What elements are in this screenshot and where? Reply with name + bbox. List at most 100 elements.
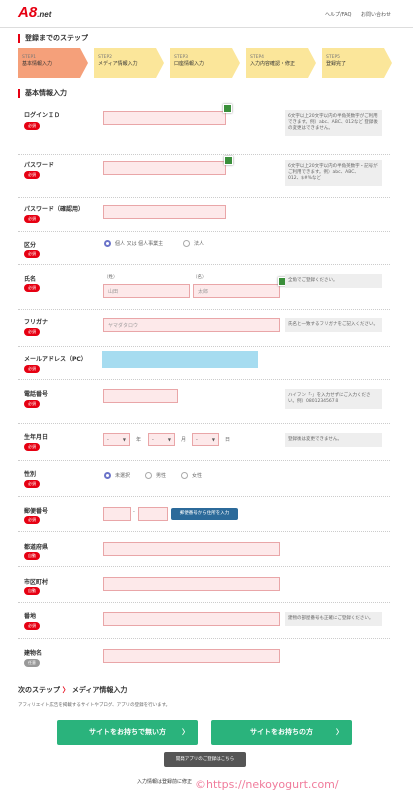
row-kubun: 区分 必須 個人 又は 個人事業主 法人 (18, 232, 390, 265)
radio-dot (181, 472, 188, 479)
row-name: 氏名 必須 （姓） （名） 山田 太郎 全角でご登録ください。 (18, 265, 390, 310)
radio-dot (183, 240, 190, 247)
help-link[interactable]: ヘルプ/FAQ (325, 12, 351, 18)
next-step-name: メディア情報入力 (71, 686, 128, 694)
email-input[interactable] (102, 351, 258, 368)
birth-day-select[interactable]: - ▼ (192, 433, 219, 446)
required-badge: 必須 (24, 516, 40, 524)
first-name-input[interactable]: 太郎 (193, 284, 280, 298)
password-manager-icon[interactable] (223, 104, 232, 113)
row-prefecture: 都道府県 自動 (18, 532, 390, 567)
next-step-desc: アフィリエイト広告を掲載するサイトやブログ、アプリの登録を行います。 (18, 703, 171, 708)
birth-note: 登録後は変更できません。 (285, 433, 382, 447)
month-unit: 月 (181, 437, 187, 443)
step-label: 登録完了 (326, 61, 347, 67)
auto-badge: 自動 (24, 552, 40, 560)
city-label: 市区町村 (24, 579, 49, 586)
last-name-input[interactable]: 山田 (103, 284, 190, 298)
select-value: - (152, 437, 154, 443)
building-input[interactable] (103, 649, 280, 663)
step-3: STEP3 口座情報入力 (170, 48, 240, 78)
a8-logo[interactable]: A8.net (18, 4, 51, 21)
radio-male[interactable]: 男性 (145, 472, 166, 479)
optional-badge: 任意 (24, 659, 40, 667)
step-2: STEP2 メディア情報入力 (94, 48, 164, 78)
row-email: メールアドレス（PC） 必須 (18, 347, 390, 380)
row-birthdate: 生年月日 必須 - ▼ 年 - ▼ 月 - ▼ 日 登録後は変更できません。 (18, 424, 390, 461)
birth-label: 生年月日 (24, 434, 49, 441)
footer-note: 入力情報は登録前に修正 (137, 779, 193, 785)
phone-input[interactable] (103, 389, 178, 403)
row-login-id: ログインＩＤ 必須 6文字以上20文字以内の半角英数字がご利用できます。例）ab… (18, 101, 390, 155)
radio-label: 男性 (156, 473, 167, 479)
password-confirm-label: パスワード（確認用） (24, 206, 85, 213)
contact-link[interactable]: お問い合わせ (361, 12, 391, 18)
step-label: メディア情報入力 (98, 61, 138, 67)
steps-title: 登録までのステップ (18, 34, 88, 43)
required-badge: 必須 (24, 215, 40, 223)
zip-lookup-button[interactable]: 郵便番号から住所を入力 (171, 508, 238, 520)
gender-label: 性別 (24, 471, 37, 478)
address-label: 番地 (24, 613, 37, 620)
dropdown-arrow-icon: ▼ (211, 437, 215, 442)
required-badge: 必須 (24, 365, 40, 373)
phone-note: ハイフン「-」を入力せずにご入力ください。例）0801234567８ (285, 389, 382, 409)
mei-caption: （名） (193, 275, 207, 280)
password-confirm-input[interactable] (103, 205, 226, 219)
radio-corporate[interactable]: 法人 (183, 240, 204, 247)
step-indicator: STEP1 基本情報入力 STEP2 メディア情報入力 STEP3 口座情報入力 ST… (18, 48, 392, 78)
chevron-right-icon: 〉 (62, 686, 70, 694)
radio-unselected[interactable]: 未選択 (104, 472, 130, 479)
password-input[interactable] (103, 161, 226, 175)
name-label: 氏名 (24, 276, 37, 283)
no-site-button[interactable]: サイトをお持ちで無い方 〉 (57, 720, 198, 745)
zip-first-input[interactable] (103, 507, 131, 521)
required-badge: 必須 (24, 400, 40, 408)
dropdown-arrow-icon: ▼ (167, 437, 171, 442)
zip-label: 郵便番号 (24, 508, 49, 515)
radio-dot (104, 472, 111, 479)
address-note: 建物の部屋番号も正確にご登録ください。 (285, 612, 382, 626)
password-manager-icon[interactable] (224, 156, 233, 165)
phone-label: 電話番号 (24, 391, 49, 398)
step-num: STEP3 (174, 55, 189, 60)
zip-dash: - (133, 509, 135, 515)
login-id-input[interactable] (103, 111, 226, 125)
password-note: 6文字以上20文字以内の半角英数字・記号がご利用できます。例）abc、ABC、0… (285, 160, 382, 186)
radio-label: 女性 (192, 473, 203, 479)
city-input[interactable] (103, 577, 280, 591)
required-badge: 必須 (24, 480, 40, 488)
row-address: 番地 必須 建物の部屋番号も正確にご登録ください。 (18, 603, 390, 639)
login-id-note: 6文字以上20文字以内の半角英数字がご利用できます。例）abc、ABC、012な… (285, 110, 382, 136)
select-value: - (196, 437, 198, 443)
button-label: サイトをお持ちの方 (250, 728, 313, 736)
step-label: 口座情報入力 (174, 61, 205, 67)
chevron-right-icon: 〉 (182, 728, 189, 736)
row-password-confirm: パスワード（確認用） 必須 (18, 198, 390, 232)
radio-individual[interactable]: 個人 又は 個人事業主 (104, 240, 163, 247)
name-note: 全角でご登録ください。 (285, 274, 382, 288)
zip-second-input[interactable] (138, 507, 168, 521)
dev-app-button[interactable]: 開発アプリのご登録はこちら (164, 752, 246, 767)
radio-female[interactable]: 女性 (181, 472, 202, 479)
year-unit: 年 (136, 437, 142, 443)
logo-sub: .net (37, 10, 52, 19)
required-badge: 必須 (24, 284, 40, 292)
step-num: STEP4 (250, 55, 265, 60)
has-site-button[interactable]: サイトをお持ちの方 〉 (211, 720, 352, 745)
birth-year-select[interactable]: - ▼ (103, 433, 130, 446)
birth-month-select[interactable]: - ▼ (148, 433, 175, 446)
watermark-text: ©https://nekoyogurt.com/ (195, 778, 339, 791)
building-label: 建物名 (24, 650, 43, 657)
step-5: STEP5 登録完了 (322, 48, 392, 78)
prefecture-input[interactable] (103, 542, 280, 556)
row-building: 建物名 任意 (18, 639, 390, 673)
furigana-input[interactable]: ヤマダタロウ (103, 318, 280, 332)
row-phone: 電話番号 必須 ハイフン「-」を入力せずにご入力ください。例）080123456… (18, 380, 390, 424)
radio-label: 未選択 (115, 473, 131, 479)
sei-caption: （姓） (104, 275, 118, 280)
email-label: メールアドレス（PC） (24, 356, 87, 363)
step-1: STEP1 基本情報入力 (18, 48, 88, 78)
row-city: 市区町村 自動 (18, 567, 390, 603)
address-input[interactable] (103, 612, 280, 626)
